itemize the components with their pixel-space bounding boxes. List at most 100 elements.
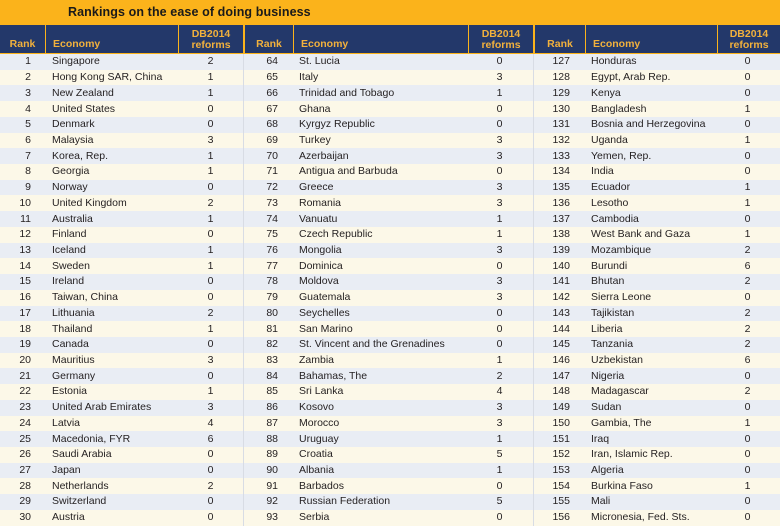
cell-reforms: 2 [744, 385, 751, 398]
cell-reforms: 0 [496, 102, 503, 115]
table-row: 14 Sweden 1 [0, 258, 243, 275]
cell-rank: 6 [25, 133, 31, 146]
cell-rank: 20 [19, 354, 31, 367]
table-row: 66 Trinidad and Tobago 1 [244, 85, 533, 102]
cell-rank: 89 [266, 448, 278, 461]
cell-economy: Sierra Leone [591, 291, 652, 304]
table-row: 73 Romania 3 [244, 195, 533, 212]
cell-economy: Honduras [591, 55, 637, 68]
cell-economy: Burkina Faso [591, 479, 653, 492]
cell-reforms: 1 [744, 416, 751, 429]
table-row: 127 Honduras 0 [534, 54, 780, 70]
table-row: 90 Albania 1 [244, 462, 533, 479]
table-header-row: Rank Economy DB2014 reforms Rank Economy… [0, 24, 780, 54]
table-row: 83 Zambia 1 [244, 352, 533, 369]
cell-reforms: 0 [207, 369, 214, 382]
table-row: 132 Uganda 1 [534, 132, 780, 149]
table-row: 10 United Kingdom 2 [0, 195, 243, 212]
table-row: 29 Switzerland 0 [0, 494, 243, 510]
cell-rank: 3 [25, 86, 31, 99]
cell-economy: St. Lucia [299, 55, 340, 68]
cell-reforms: 3 [496, 71, 503, 84]
cell-reforms: 1 [207, 165, 214, 178]
cell-economy: Zambia [299, 354, 335, 367]
column-header-reforms-line2: reforms [191, 39, 231, 51]
column-header-reforms-line2: reforms [481, 39, 521, 51]
cell-reforms: 1 [744, 196, 751, 209]
cell-reforms: 1 [744, 479, 751, 492]
cell-reforms: 3 [207, 401, 214, 414]
cell-economy: Thailand [52, 322, 93, 335]
cell-rank: 136 [552, 196, 570, 209]
cell-reforms: 0 [744, 86, 751, 99]
cell-rank: 82 [266, 338, 278, 351]
table-row: 79 Guatemala 3 [244, 289, 533, 306]
cell-economy: Czech Republic [299, 228, 373, 241]
cell-reforms: 0 [744, 165, 751, 178]
cell-economy: Morocco [299, 416, 340, 429]
cell-reforms: 0 [744, 291, 751, 304]
table-row: 27 Japan 0 [0, 462, 243, 479]
table-row: 88 Uruguay 1 [244, 431, 533, 447]
cell-reforms: 1 [744, 133, 751, 146]
table-row: 17 Lithuania 2 [0, 305, 243, 322]
table-row: 135 Ecuador 1 [534, 179, 780, 196]
cell-reforms: 3 [496, 416, 503, 429]
cell-reforms: 0 [207, 495, 214, 508]
ranking-table-page: Rankings on the ease of doing business R… [0, 0, 780, 526]
cell-economy: Greece [299, 181, 334, 194]
cell-rank: 65 [266, 71, 278, 84]
cell-economy: Madagascar [591, 385, 649, 398]
cell-reforms: 3 [496, 243, 503, 256]
cell-rank: 4 [25, 102, 31, 115]
cell-reforms: 0 [207, 511, 214, 524]
cell-economy: Dominica [299, 259, 343, 272]
cell-economy: Macedonia, FYR [52, 432, 131, 445]
table-row: 67 Ghana 0 [244, 101, 533, 117]
cell-economy: Canada [52, 338, 89, 351]
table-row: 145 Tanzania 2 [534, 336, 780, 353]
cell-economy: Lithuania [52, 306, 95, 319]
column-header-reforms-line2: reforms [729, 39, 769, 51]
cell-rank: 29 [19, 495, 31, 508]
cell-rank: 80 [266, 306, 278, 319]
table-row: 7 Korea, Rep. 1 [0, 148, 243, 165]
cell-economy: Iraq [591, 432, 610, 445]
cell-reforms: 1 [496, 228, 503, 241]
table-row: 2 Hong Kong SAR, China 1 [0, 69, 243, 86]
table-row: 30 Austria 0 [0, 509, 243, 526]
cell-economy: India [591, 165, 614, 178]
cell-reforms: 3 [496, 133, 503, 146]
cell-rank: 16 [19, 291, 31, 304]
cell-economy: Italy [299, 71, 319, 84]
column-header-reforms: DB2014 reforms [178, 25, 243, 53]
cell-reforms: 6 [744, 354, 751, 367]
cell-economy: Russian Federation [299, 495, 391, 508]
cell-rank: 140 [552, 259, 570, 272]
table-row: 148 Madagascar 2 [534, 384, 780, 400]
cell-economy: Romania [299, 196, 342, 209]
cell-rank: 11 [20, 212, 31, 225]
cell-rank: 149 [552, 401, 570, 414]
cell-economy: Kyrgyz Republic [299, 118, 375, 131]
cell-economy: Kenya [591, 86, 621, 99]
cell-rank: 141 [552, 275, 570, 288]
cell-reforms: 0 [496, 118, 503, 131]
cell-reforms: 0 [207, 338, 214, 351]
cell-economy: United Kingdom [52, 196, 127, 209]
cell-reforms: 0 [744, 432, 751, 445]
cell-reforms: 3 [207, 133, 214, 146]
cell-economy: Korea, Rep. [52, 149, 109, 162]
cell-economy: Algeria [591, 464, 624, 477]
cell-rank: 143 [552, 306, 570, 319]
cell-rank: 139 [552, 243, 570, 256]
cell-rank: 71 [266, 165, 278, 178]
cell-economy: Yemen, Rep. [591, 149, 652, 162]
cell-economy: Latvia [52, 416, 81, 429]
table-row: 156 Micronesia, Fed. Sts. 0 [534, 509, 780, 526]
table-row: 25 Macedonia, FYR 6 [0, 431, 243, 447]
cell-reforms: 2 [496, 369, 503, 382]
table-row: 134 India 0 [534, 164, 780, 180]
cell-rank: 128 [552, 71, 570, 84]
cell-economy: United States [52, 102, 116, 115]
